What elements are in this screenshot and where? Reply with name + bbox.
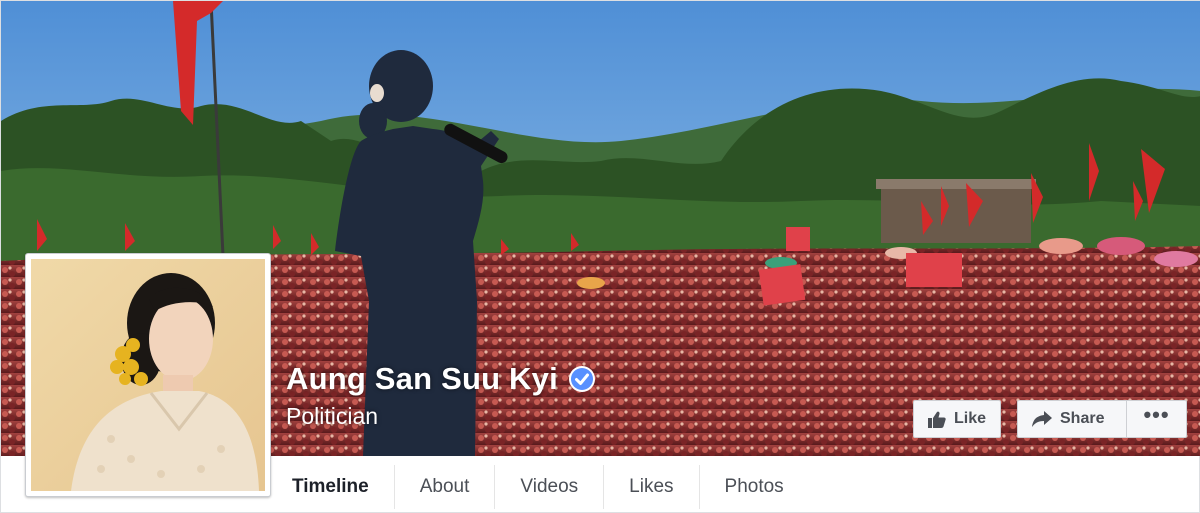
- tab-photos[interactable]: Photos: [700, 465, 809, 509]
- verified-check-icon: [568, 365, 596, 393]
- tab-about[interactable]: About: [395, 465, 496, 509]
- page-category[interactable]: Politician: [286, 403, 596, 430]
- tab-videos[interactable]: Videos: [495, 465, 605, 509]
- page-actions: Like Share •••: [913, 400, 1187, 438]
- share-label: Share: [1060, 410, 1105, 427]
- page-identity: Aung San Suu Kyi Politician: [286, 361, 596, 430]
- tab-timeline[interactable]: Timeline: [271, 465, 395, 509]
- page-header: Aung San Suu Kyi Politician Like Share •…: [0, 0, 1200, 513]
- share-arrow-icon: [1032, 411, 1052, 427]
- more-options-button[interactable]: •••: [1127, 400, 1187, 438]
- share-button[interactable]: Share: [1017, 400, 1127, 438]
- tab-likes[interactable]: Likes: [604, 465, 700, 509]
- page-tabs: Timeline About Videos Likes Photos: [271, 463, 809, 511]
- like-label: Like: [953, 410, 986, 427]
- thumbs-up-icon: [928, 411, 946, 428]
- more-dots-icon: •••: [1143, 402, 1170, 427]
- profile-picture[interactable]: [25, 253, 271, 497]
- like-button[interactable]: Like: [913, 400, 1001, 438]
- page-name[interactable]: Aung San Suu Kyi: [286, 361, 558, 397]
